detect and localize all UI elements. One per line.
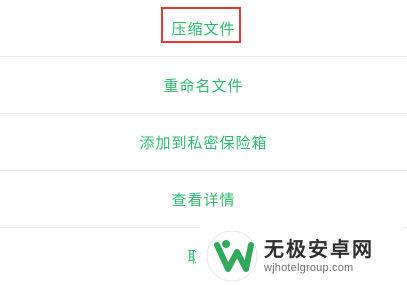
- rename-file-button[interactable]: 重命名文件: [0, 57, 407, 114]
- add-to-private-safe-label: 添加到私密保险箱: [139, 133, 268, 152]
- view-details-label: 查看详情: [171, 190, 236, 209]
- compress-file-button[interactable]: 压缩文件: [0, 0, 407, 57]
- watermark-title: 无极安卓网: [264, 236, 374, 261]
- watermark-url: wjhotelgroup.com: [264, 261, 354, 274]
- rename-file-label: 重命名文件: [163, 76, 244, 95]
- add-to-private-safe-button[interactable]: 添加到私密保险箱: [0, 114, 407, 171]
- watermark-text-group: 无极安卓网 wjhotelgroup.com: [264, 237, 374, 275]
- compress-file-label: 压缩文件: [171, 19, 236, 38]
- view-details-button[interactable]: 查看详情: [0, 171, 407, 228]
- site-watermark: 无极安卓网 wjhotelgroup.com: [196, 226, 407, 285]
- watermark-logo-icon: [206, 230, 258, 281]
